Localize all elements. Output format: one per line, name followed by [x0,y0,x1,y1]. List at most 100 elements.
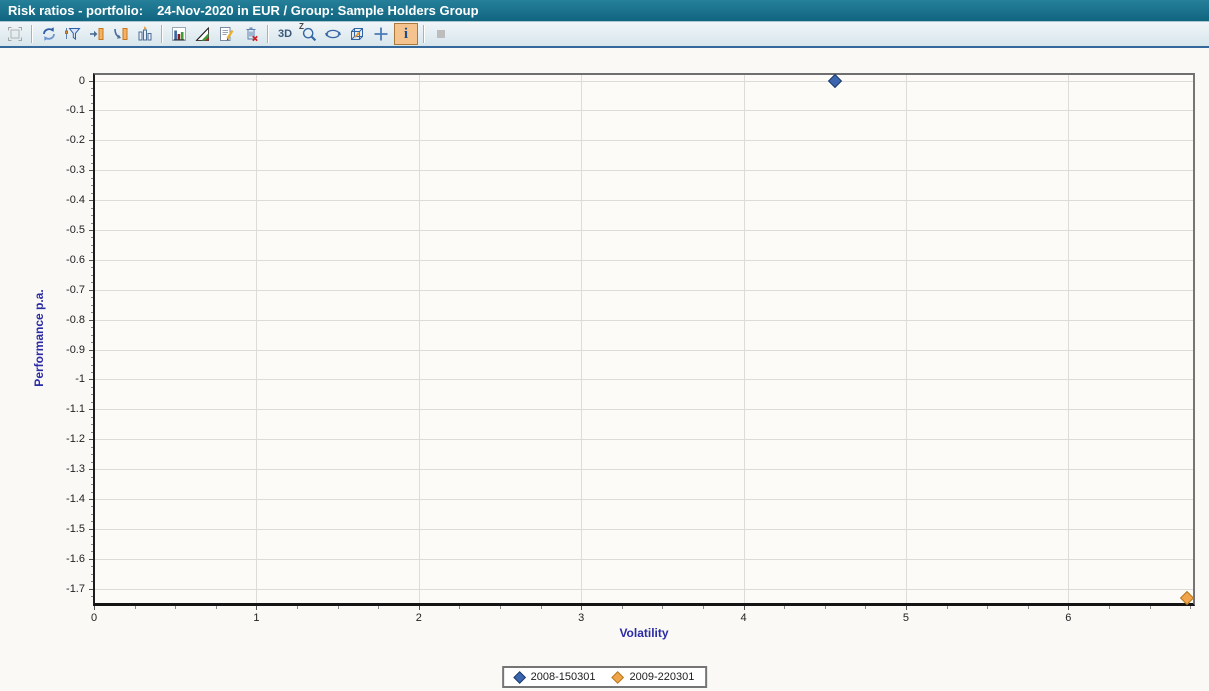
y-tick-minor [91,88,93,89]
legend-marker-diamond [513,671,526,684]
x-tick-major [906,606,907,610]
y-tick-minor [91,342,93,343]
3d-toggle-glyph: 3D [278,28,292,40]
window-title-detail: 24-Nov-2020 in EUR / Group: Sample Holde… [157,3,478,18]
y-tick-minor [91,454,93,455]
gridline-vertical [744,75,745,603]
x-tick-major [581,606,582,610]
toolbar-shift-down-button[interactable] [110,23,132,45]
y-tick-minor [91,282,93,283]
window-title-prefix: Risk ratios - portfolio: [8,3,143,18]
toolbar-edit-notes-button[interactable] [216,23,238,45]
y-tick-minor [91,95,93,96]
y-tick-minor [91,447,93,448]
x-tick-major [256,606,257,610]
toolbar-zoom-button[interactable]: Z [298,23,320,45]
gridline-vertical [581,75,582,603]
x-tick-minor [541,606,542,609]
toolbar-separator [31,25,33,43]
plot-area[interactable] [95,75,1193,603]
gridline-horizontal [95,529,1193,530]
x-tick-minor [1109,606,1110,609]
y-tick-minor [91,402,93,403]
legend-item-2008-150301: 2008-150301 [515,671,596,683]
toolbar-perspective-button[interactable] [346,23,368,45]
y-tick-label: -0.6 [45,254,85,266]
x-tick-major [744,606,745,610]
x-tick-minor [784,606,785,609]
x-tick-minor [865,606,866,609]
toolbar-info-button[interactable]: i [394,23,418,45]
y-tick-major [89,200,93,201]
y-tick-minor [91,327,93,328]
y-tick-minor [91,178,93,179]
toolbar-placeholder-button [430,23,452,45]
toolbar-refresh-button[interactable] [38,23,60,45]
toolbar-scale-bars-button[interactable] [134,23,156,45]
y-tick-minor [91,103,93,104]
x-tick-minor [459,606,460,609]
legend: 2008-1503012009-220301 [502,666,708,688]
y-tick-minor [91,514,93,515]
y-tick-label: -1.1 [45,403,85,415]
x-tick-minor [703,606,704,609]
gridline-horizontal [95,559,1193,560]
toolbar-filter-properties-button[interactable] [62,23,84,45]
y-tick-major [89,379,93,380]
gridline-horizontal [95,260,1193,261]
y-tick-label: -1.7 [45,583,85,595]
y-tick-label: -0.5 [45,224,85,236]
y-tick-minor [91,574,93,575]
zoom-glyph: Z [299,22,304,31]
toolbar-shift-right-button[interactable] [86,23,108,45]
y-tick-major [89,260,93,261]
y-tick-minor [91,335,93,336]
gridline-horizontal [95,290,1193,291]
y-tick-minor [91,365,93,366]
x-tick-minor [825,606,826,609]
y-tick-major [89,110,93,111]
y-tick-minor [91,417,93,418]
x-tick-minor [297,606,298,609]
y-tick-minor [91,208,93,209]
y-tick-label: -0.9 [45,344,85,356]
y-tick-label: -1.4 [45,493,85,505]
y-tick-major [89,140,93,141]
y-tick-major [89,439,93,440]
x-tick-minor [1190,606,1191,609]
gridline-horizontal [95,170,1193,171]
toolbar-rotate-button[interactable] [322,23,344,45]
y-axis-title: Performance p.a. [32,289,46,386]
y-tick-minor [91,245,93,246]
gridline-vertical [1068,75,1069,603]
x-tick-major [94,606,95,610]
x-tick-label: 2 [399,612,439,624]
y-tick-label: -1.2 [45,433,85,445]
chart-panel: 01234560-0.1-0.2-0.3-0.4-0.5-0.6-0.7-0.8… [0,48,1209,691]
toolbar-delete-button[interactable] [240,23,262,45]
gridline-horizontal [95,140,1193,141]
y-tick-major [89,559,93,560]
toolbar-3d-toggle-button[interactable]: 3D [274,23,296,45]
y-tick-major [89,350,93,351]
y-tick-minor [91,223,93,224]
toolbar-crosshair-button[interactable] [370,23,392,45]
gridline-horizontal [95,200,1193,201]
y-tick-minor [91,148,93,149]
y-tick-major [89,409,93,410]
y-tick-minor [91,305,93,306]
y-tick-minor [91,521,93,522]
y-tick-minor [91,492,93,493]
y-tick-label: -0.8 [45,314,85,326]
toolbar-bar-chart-button[interactable] [168,23,190,45]
y-tick-minor [91,237,93,238]
x-tick-minor [135,606,136,609]
x-tick-label: 5 [886,612,926,624]
gridline-horizontal [95,110,1193,111]
toolbar-area-chart-button[interactable] [192,23,214,45]
x-tick-minor [987,606,988,609]
x-tick-label: 4 [724,612,764,624]
gridline-horizontal [95,230,1193,231]
y-tick-minor [91,312,93,313]
y-tick-minor [91,133,93,134]
